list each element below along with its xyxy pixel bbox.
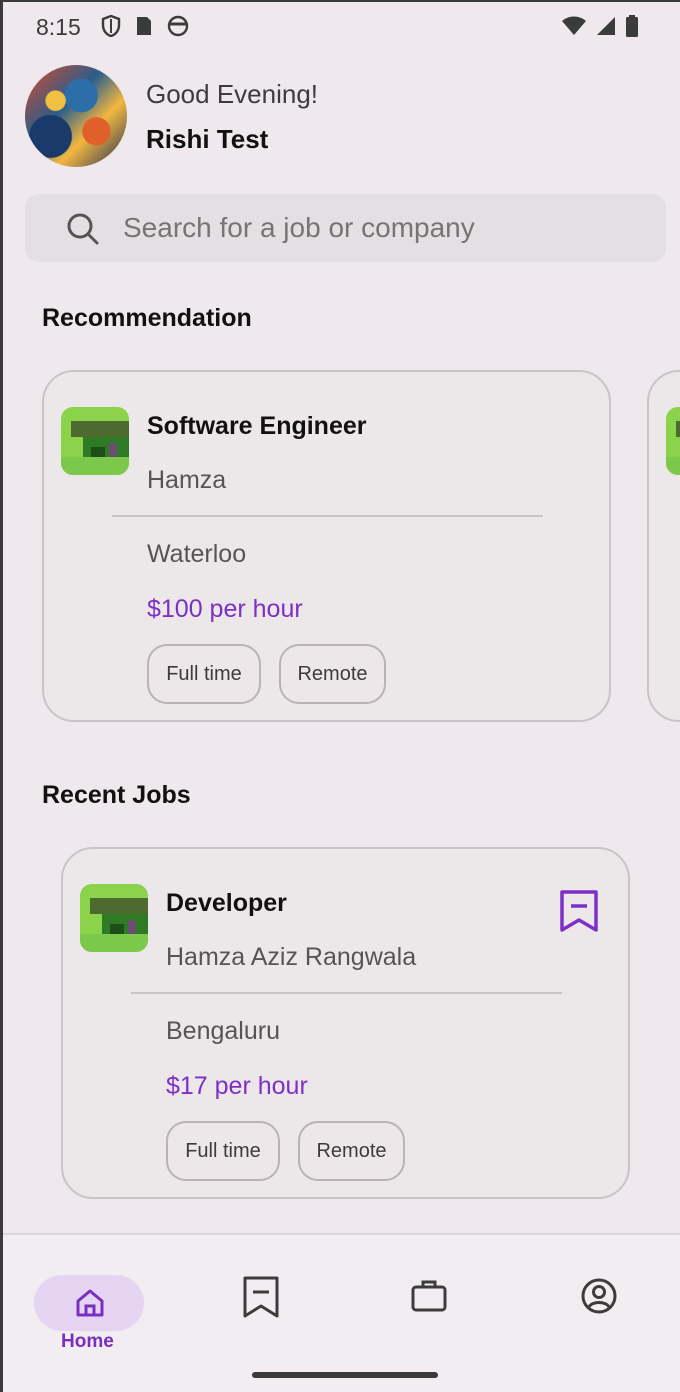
company-logo <box>666 407 680 475</box>
user-name: Rishi Test <box>146 124 269 154</box>
nav-item-profile[interactable] <box>538 1255 658 1345</box>
bookmark-icon[interactable] <box>559 889 599 933</box>
card-divider <box>131 992 562 994</box>
recommendation-card[interactable]: Software Engineer Hamza Waterloo $100 pe… <box>42 370 611 722</box>
sim-card-icon <box>137 17 151 35</box>
recommendation-heading: Recommendation <box>42 304 252 332</box>
nav-label-home: Home <box>61 1331 114 1352</box>
company-name: Hamza Aziz Rangwala <box>166 943 417 971</box>
signal-icon <box>597 17 615 35</box>
app-screen: 8:15 Good Evening! Rishi Test Recommenda… <box>0 0 680 1392</box>
nav-item-home[interactable]: Home <box>3 1255 178 1352</box>
bottom-navigation: Home <box>3 1233 680 1392</box>
search-icon <box>67 213 99 245</box>
status-bar: 8:15 <box>3 2 680 54</box>
recent-job-card[interactable]: Developer Hamza Aziz Rangwala Bengaluru … <box>61 847 630 1199</box>
face-icon <box>167 15 189 37</box>
nav-item-saved[interactable] <box>201 1255 321 1345</box>
nav-item-jobs[interactable] <box>370 1255 490 1345</box>
avatar[interactable] <box>25 65 127 167</box>
recent-jobs-heading: Recent Jobs <box>42 781 191 809</box>
job-salary: $100 per hour <box>147 595 303 623</box>
job-salary: $17 per hour <box>166 1072 308 1100</box>
company-name: Hamza <box>147 466 227 494</box>
job-location: Waterloo <box>147 540 247 568</box>
tag-chip[interactable]: Remote <box>298 1121 405 1181</box>
search-bar[interactable] <box>25 194 666 262</box>
tag-chip[interactable]: Remote <box>279 644 386 704</box>
job-location: Bengaluru <box>166 1017 280 1045</box>
recommendation-card-next[interactable] <box>647 370 680 722</box>
battery-icon <box>626 15 638 37</box>
bookmark-icon <box>243 1276 279 1318</box>
briefcase-icon <box>411 1280 447 1312</box>
status-icons-right <box>561 14 639 38</box>
gesture-handle[interactable] <box>252 1372 438 1378</box>
profile-icon <box>581 1278 617 1314</box>
status-time: 8:15 <box>36 14 81 40</box>
status-icons-left <box>101 14 189 38</box>
tag-chip[interactable]: Full time <box>147 644 261 704</box>
shield-icon <box>101 14 121 38</box>
card-divider <box>112 515 543 517</box>
greeting-text: Good Evening! <box>146 79 319 109</box>
home-icon <box>76 1289 104 1317</box>
company-logo <box>61 407 129 475</box>
job-title: Developer <box>166 889 287 917</box>
wifi-icon <box>562 16 586 35</box>
job-title: Software Engineer <box>147 412 367 440</box>
search-input[interactable] <box>123 194 643 262</box>
tag-chip[interactable]: Full time <box>166 1121 280 1181</box>
company-logo <box>80 884 148 952</box>
